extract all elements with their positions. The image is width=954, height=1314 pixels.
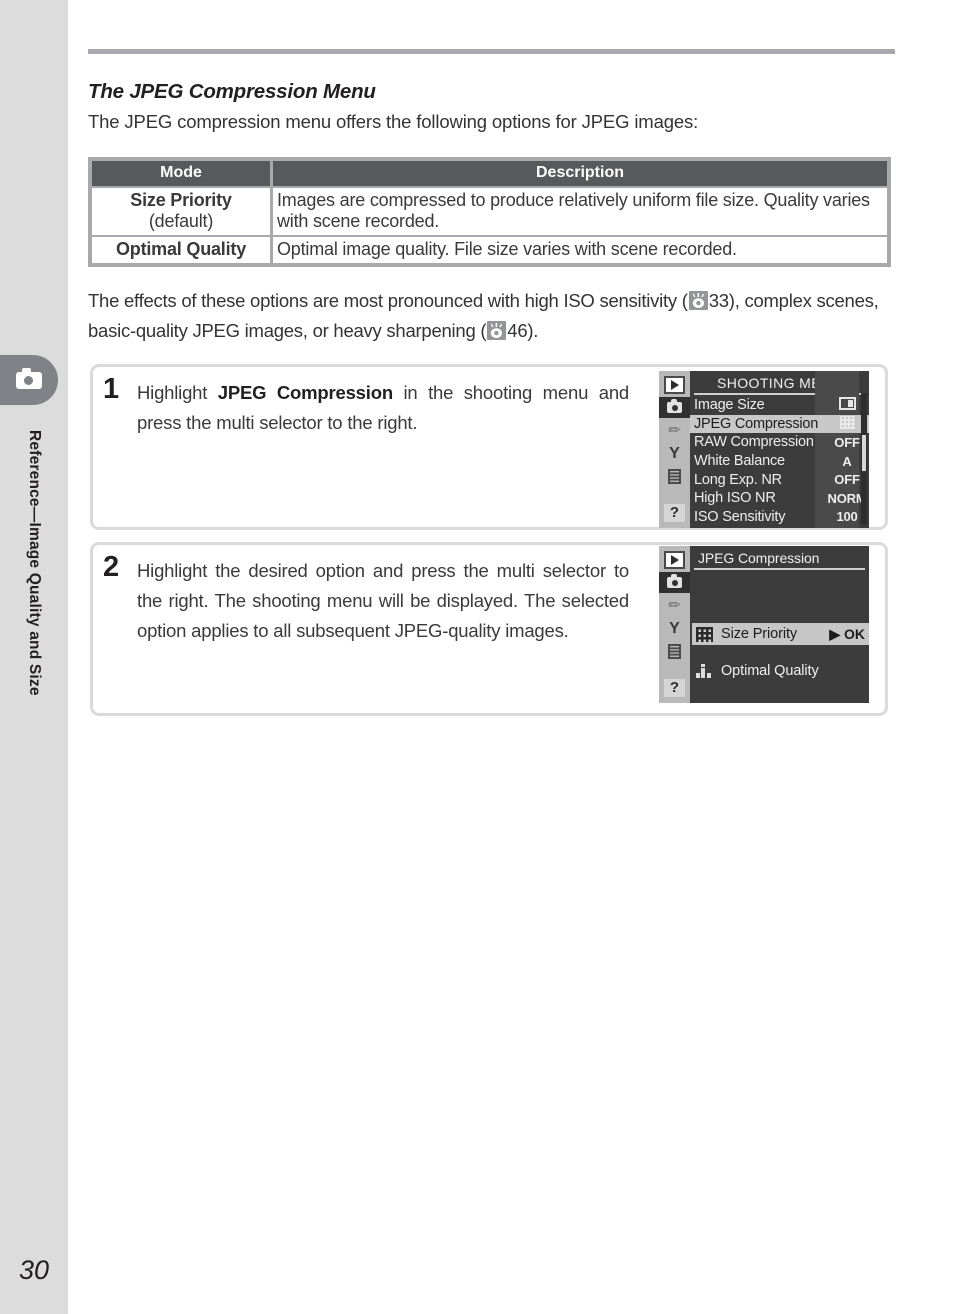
lcd-menu-title: JPEG Compression bbox=[694, 546, 865, 570]
step-text-bold: JPEG Compression bbox=[217, 382, 393, 403]
playback-icon[interactable] bbox=[662, 549, 687, 570]
recent-settings-icon[interactable] bbox=[662, 641, 687, 662]
playback-icon[interactable] bbox=[662, 374, 687, 395]
mode-name: Size Priority bbox=[130, 190, 232, 210]
chapter-title-vertical: Reference—Image Quality and Size bbox=[0, 430, 68, 850]
effects-paragraph: The effects of these options are most pr… bbox=[88, 286, 900, 346]
lcd-item-label: RAW Compression bbox=[694, 434, 814, 451]
lcd-screen-area: SHOOTING MENU Image Size JPEG Compressio… bbox=[690, 371, 869, 528]
reference-eye-icon bbox=[688, 291, 708, 310]
reference-eye-icon bbox=[487, 321, 507, 340]
lcd-option-optimal-quality[interactable]: Optimal Quality bbox=[692, 660, 869, 682]
wrench-setup-icon[interactable]: Y bbox=[662, 618, 687, 639]
lcd-item-label: White Balance bbox=[694, 453, 785, 470]
lcd-menu-item-white-balance[interactable]: White Balance A bbox=[690, 452, 869, 471]
mode-description-table: Mode Description Size Priority (default)… bbox=[88, 157, 891, 267]
lcd-menu-item-long-exp-nr[interactable]: Long Exp. NR OFF bbox=[690, 470, 869, 489]
table-header-row: Mode Description bbox=[90, 159, 889, 187]
mode-default-note: (default) bbox=[148, 211, 214, 231]
lcd-scrollbar-thumb[interactable] bbox=[862, 435, 866, 471]
shooting-camera-icon[interactable] bbox=[659, 572, 690, 593]
lcd-item-label: High ISO NR bbox=[694, 490, 776, 507]
lcd-menu-item-iso-sensitivity[interactable]: ISO Sensitivity 100 bbox=[690, 508, 869, 527]
table-header-mode: Mode bbox=[90, 159, 273, 187]
lcd-blank-space bbox=[690, 570, 869, 623]
table-header-description: Description bbox=[271, 159, 889, 187]
table-cell-description: Optimal image quality. File size varies … bbox=[271, 235, 889, 265]
lcd-option-label: Optimal Quality bbox=[721, 663, 819, 679]
chapter-sidebar: Reference—Image Quality and Size 30 bbox=[0, 0, 68, 1314]
pencil-custom-icon[interactable]: ✏ bbox=[662, 420, 687, 441]
pencil-custom-icon[interactable]: ✏ bbox=[662, 595, 687, 616]
lcd-menu-rail: ✏ Y ? bbox=[659, 371, 690, 528]
step-1-box: 1 Highlight JPEG Compression in the shoo… bbox=[90, 364, 888, 530]
table-cell-mode: Size Priority (default) bbox=[90, 186, 273, 236]
recent-settings-icon[interactable] bbox=[662, 466, 687, 487]
lcd-item-label: Image Size bbox=[694, 397, 765, 414]
effects-ref2: 46). bbox=[507, 320, 539, 341]
lcd-item-label: Long Exp. NR bbox=[694, 471, 782, 488]
lcd-option-gap bbox=[690, 645, 869, 660]
step-text-before: Highlight bbox=[137, 382, 218, 403]
lcd-menu-item-jpeg-compression[interactable]: JPEG Compression bbox=[690, 414, 869, 434]
lcd-menu-item-high-iso-nr[interactable]: High ISO NR NORM bbox=[690, 489, 869, 508]
lcd-menu-rail: ✏ Y ? bbox=[659, 546, 690, 703]
lcd-option-ok-hint: ▶ OK bbox=[829, 625, 865, 642]
step-instruction: Highlight JPEG Compression in the shooti… bbox=[137, 378, 629, 438]
effects-ref1: 33), bbox=[708, 290, 740, 311]
help-question-icon[interactable]: ? bbox=[662, 677, 687, 698]
chapter-title-text: Reference—Image Quality and Size bbox=[26, 430, 43, 696]
section-intro: The JPEG compression menu offers the fol… bbox=[88, 111, 699, 132]
camera-lcd-shooting-menu: ✏ Y ? SHOOTING MENU Image Size JPEG Comp… bbox=[659, 371, 869, 528]
lcd-menu-list: Image Size JPEG Compression RAW Compress… bbox=[690, 396, 869, 526]
lcd-screen-area: JPEG Compression Size Priority ▶ OK Opti… bbox=[690, 546, 869, 703]
step-instruction: Highlight the desired option and press t… bbox=[137, 556, 629, 646]
step-text-after: Highlight the desired option and press t… bbox=[137, 560, 629, 641]
table-cell-mode: Optimal Quality bbox=[90, 235, 273, 265]
lcd-menu-item-raw-compression[interactable]: RAW Compression OFF bbox=[690, 433, 869, 452]
header-rule bbox=[88, 49, 895, 54]
step-number: 2 bbox=[103, 551, 120, 583]
optimal-quality-steps-icon bbox=[694, 663, 714, 679]
section-heading: The JPEG Compression Menu bbox=[88, 80, 376, 103]
wrench-setup-icon[interactable]: Y bbox=[662, 443, 687, 464]
lcd-item-label: ISO Sensitivity bbox=[694, 508, 786, 525]
page-number: 30 bbox=[18, 1255, 50, 1285]
step-number: 1 bbox=[103, 373, 120, 405]
lcd-option-label: Size Priority bbox=[721, 626, 798, 642]
lcd-option-size-priority[interactable]: Size Priority ▶ OK bbox=[692, 623, 869, 645]
camera-lcd-jpeg-compression: ✏ Y ? JPEG Compression Size Priority ▶ O… bbox=[659, 546, 869, 703]
lcd-item-label: JPEG Compression bbox=[694, 415, 819, 432]
table-row: Size Priority (default) Images are compr… bbox=[90, 186, 889, 236]
step-2-box: 2 Highlight the desired option and press… bbox=[90, 542, 888, 716]
size-priority-grid-icon bbox=[694, 626, 714, 642]
lcd-menu-item-image-size[interactable]: Image Size bbox=[690, 396, 869, 415]
table-cell-description: Images are compressed to produce relativ… bbox=[271, 186, 889, 236]
camera-icon bbox=[16, 367, 42, 389]
help-question-icon[interactable]: ? bbox=[662, 502, 687, 523]
effects-text-part1: The effects of these options are most pr… bbox=[88, 290, 688, 311]
shooting-camera-icon[interactable] bbox=[659, 397, 690, 418]
table-row: Optimal Quality Optimal image quality. F… bbox=[90, 235, 889, 265]
sidebar-chapter-tab bbox=[0, 355, 58, 405]
lcd-scrollbar[interactable] bbox=[861, 393, 867, 524]
